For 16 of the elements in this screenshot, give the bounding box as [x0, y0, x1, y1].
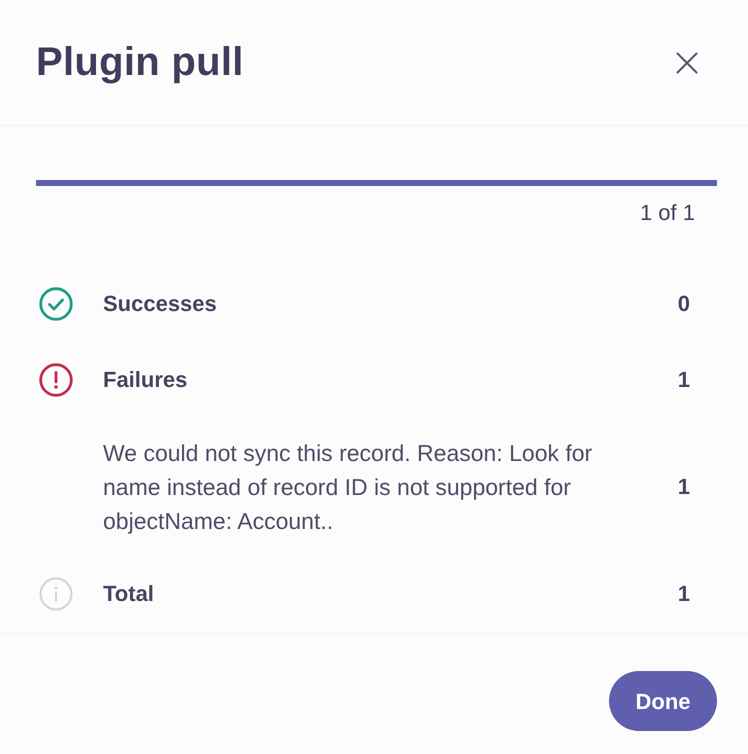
result-count: 0 [678, 290, 690, 318]
result-label: Total [103, 580, 154, 608]
close-icon [676, 52, 698, 74]
info-circle-icon [39, 577, 73, 611]
result-count: 1 [678, 473, 690, 501]
result-label: Successes [103, 290, 217, 318]
failure-reason: We could not sync this record. Reason: Look for name instead of record ID is not supported for objectName: Account.. [103, 439, 594, 536]
result-count: 1 [678, 366, 690, 394]
result-label: Failures [103, 366, 188, 394]
done-button[interactable]: Done [609, 671, 717, 731]
progress-label: 1 of 1 [640, 201, 695, 225]
result-count: 1 [678, 580, 690, 608]
dialog-title: Plugin pull [36, 38, 244, 84]
check-circle-icon [39, 287, 73, 321]
close-button[interactable] [676, 52, 698, 74]
exclamation-circle-icon [39, 363, 73, 397]
